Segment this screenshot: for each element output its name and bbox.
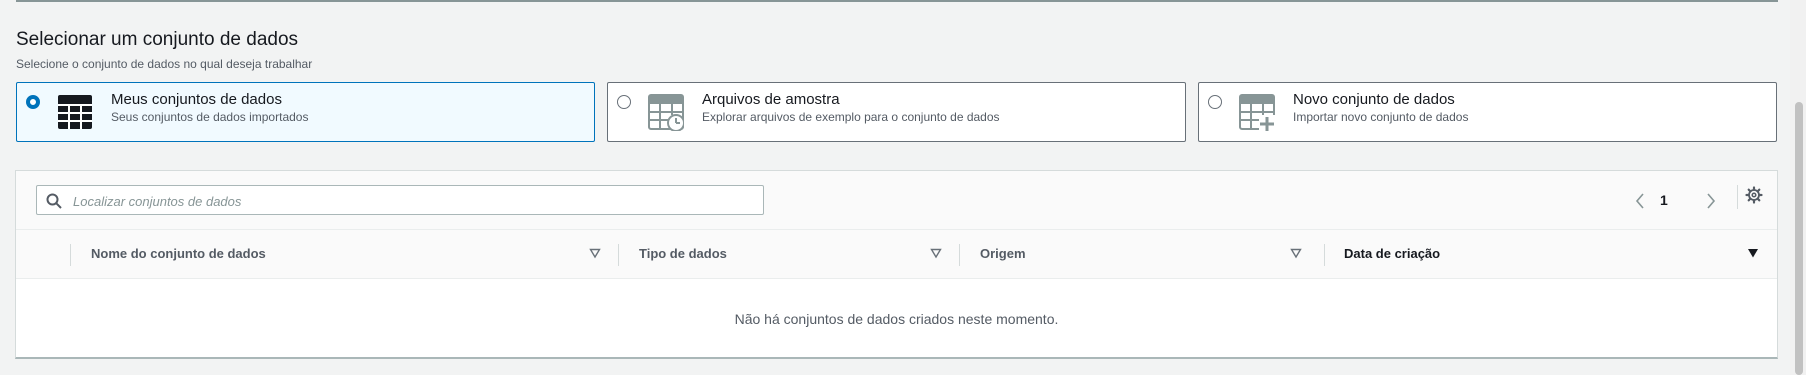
option-sample-files-description: Explorar arquivos de exemplo para o conj… xyxy=(702,110,1000,124)
add-table-icon xyxy=(1239,94,1275,131)
option-new-dataset-description: Importar novo conjunto de dados xyxy=(1293,110,1469,124)
current-page-number[interactable]: 1 xyxy=(1660,192,1668,208)
option-my-datasets-radio[interactable] xyxy=(26,95,40,109)
search-input[interactable] xyxy=(71,186,755,216)
empty-state-message: Não há conjuntos de dados criados neste … xyxy=(734,311,1059,327)
table-icon xyxy=(58,95,92,129)
option-my-datasets-label: Meus conjuntos de dados xyxy=(111,91,282,108)
previous-page-icon[interactable] xyxy=(1635,192,1645,210)
top-divider xyxy=(16,0,1778,2)
column-header-source[interactable]: Origem xyxy=(980,246,1026,261)
sample-table-icon xyxy=(648,94,684,131)
sort-icon[interactable] xyxy=(589,247,601,259)
scrollbar-thumb[interactable] xyxy=(1795,102,1803,375)
column-divider[interactable] xyxy=(1324,244,1325,266)
option-new-dataset-label: Novo conjunto de dados xyxy=(1293,91,1455,108)
column-divider[interactable] xyxy=(618,244,619,266)
next-page-icon[interactable] xyxy=(1706,192,1716,210)
column-header-type[interactable]: Tipo de dados xyxy=(639,246,727,261)
section-subtitle: Selecione o conjunto de dados no qual de… xyxy=(16,57,313,71)
option-sample-files-radio[interactable] xyxy=(617,95,631,109)
sort-icon[interactable] xyxy=(1290,247,1302,259)
column-divider[interactable] xyxy=(70,244,71,266)
table-header: Nome do conjunto de dados Tipo de dados … xyxy=(16,229,1777,279)
option-sample-files-label: Arquivos de amostra xyxy=(702,91,840,108)
option-new-dataset-radio[interactable] xyxy=(1208,95,1222,109)
search-icon xyxy=(46,193,62,209)
scrollbar[interactable] xyxy=(1790,0,1806,375)
gear-icon[interactable] xyxy=(1745,186,1763,204)
search-box[interactable] xyxy=(36,185,764,216)
sort-icon[interactable] xyxy=(930,247,942,259)
option-my-datasets-description: Seus conjuntos de dados importados xyxy=(111,110,309,124)
table-toolbar: 1 xyxy=(16,171,1777,229)
column-divider[interactable] xyxy=(959,244,960,266)
option-sample-files[interactable]: Arquivos de amostra Explorar arquivos de… xyxy=(607,82,1186,142)
toolbar-divider xyxy=(1737,185,1738,209)
column-header-created-date[interactable]: Data de criação xyxy=(1344,246,1440,261)
option-new-dataset[interactable]: Novo conjunto de dados Importar novo con… xyxy=(1198,82,1777,142)
option-my-datasets[interactable]: Meus conjuntos de dados Seus conjuntos d… xyxy=(16,82,595,142)
datasets-table-panel: 1 Nome do conjunto de dados xyxy=(15,170,1778,359)
sort-descending-icon[interactable] xyxy=(1747,247,1759,259)
section-title: Selecionar um conjunto de dados xyxy=(16,29,299,50)
column-header-name[interactable]: Nome do conjunto de dados xyxy=(91,246,266,261)
